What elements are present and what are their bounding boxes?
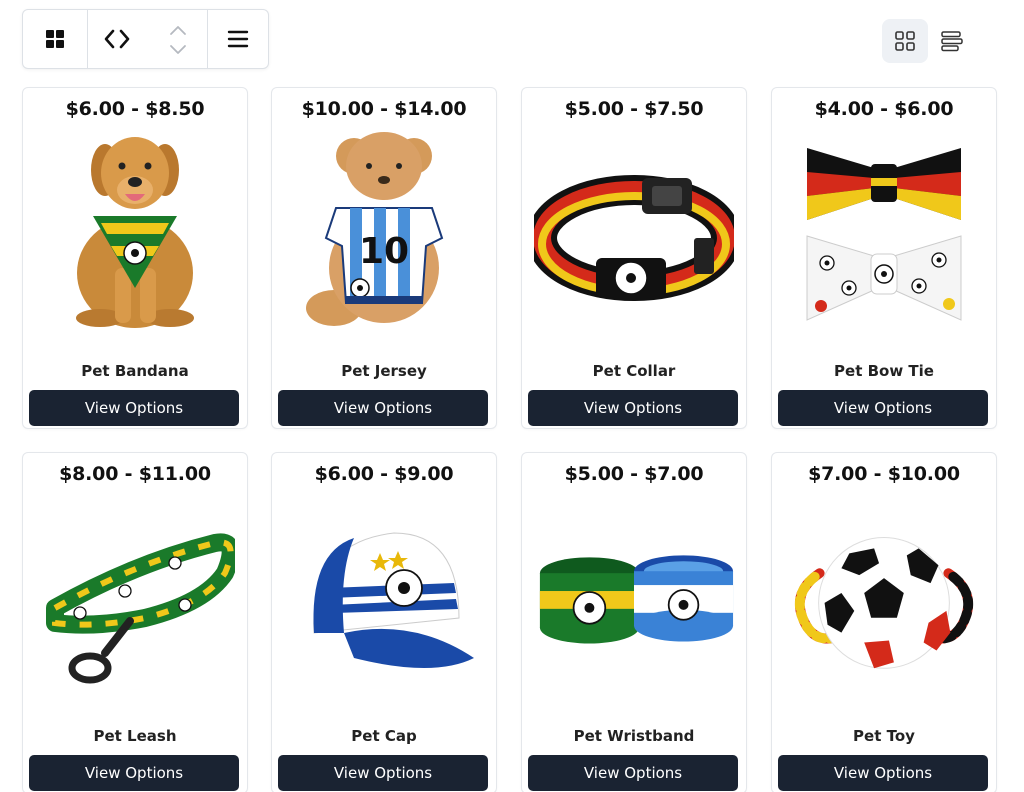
product-name: Pet Jersey xyxy=(341,362,427,380)
product-price: $8.00 - $11.00 xyxy=(59,463,211,485)
view-options-button[interactable]: View Options xyxy=(29,390,239,426)
product-image[interactable] xyxy=(780,493,988,693)
product-card: $10.00 - $14.00 10 Pet Jersey View Optio… xyxy=(271,87,497,429)
editor-toolbar xyxy=(22,9,269,69)
product-name: Pet Toy xyxy=(853,727,915,745)
more-options-button[interactable] xyxy=(208,10,268,68)
product-name: Pet Leash xyxy=(93,727,177,745)
product-name: Pet Bow Tie xyxy=(834,362,934,380)
wristbands-image xyxy=(539,555,734,644)
code-icon[interactable] xyxy=(104,28,130,50)
grid-icon xyxy=(46,30,64,48)
product-name: Pet Collar xyxy=(592,362,676,380)
view-options-button[interactable]: View Options xyxy=(278,390,488,426)
block-type-button[interactable] xyxy=(23,10,88,68)
product-card: $7.00 - $10.00 Pet Toy View Options xyxy=(771,452,997,792)
svg-text:10: 10 xyxy=(359,231,409,272)
list-view-toggle[interactable] xyxy=(929,19,975,63)
product-image[interactable] xyxy=(31,493,239,693)
product-price: $5.00 - $7.00 xyxy=(564,463,704,485)
product-card: $8.00 - $11.00 Pet Leash View Options xyxy=(22,452,248,792)
view-options-button[interactable]: View Options xyxy=(778,390,988,426)
product-price: $10.00 - $14.00 xyxy=(301,98,467,120)
product-image[interactable] xyxy=(31,128,239,328)
product-image[interactable] xyxy=(530,128,738,328)
product-price: $6.00 - $9.00 xyxy=(314,463,454,485)
product-card: $6.00 - $9.00 Pet Cap View Options xyxy=(271,452,497,792)
view-options-button[interactable]: View Options xyxy=(778,755,988,791)
cap-image xyxy=(313,532,474,668)
collar-image xyxy=(534,175,734,301)
product-name: Pet Bandana xyxy=(81,362,189,380)
product-price: $7.00 - $10.00 xyxy=(808,463,960,485)
code-move-group xyxy=(88,10,208,68)
view-options-button[interactable]: View Options xyxy=(29,755,239,791)
menu-icon xyxy=(227,30,249,48)
view-options-button[interactable]: View Options xyxy=(278,755,488,791)
product-image[interactable]: 10 xyxy=(280,128,488,328)
grid-view-toggle[interactable] xyxy=(882,19,928,63)
product-card: $4.00 - $6.00 Pet Bow Tie View Options xyxy=(771,87,997,429)
product-card: $6.00 - $8.50 Pet Bandana View Options xyxy=(22,87,248,429)
list-view-icon xyxy=(941,31,963,52)
product-name: Pet Cap xyxy=(351,727,417,745)
view-options-button[interactable]: View Options xyxy=(528,755,738,791)
product-image[interactable] xyxy=(780,128,988,328)
view-options-button[interactable]: View Options xyxy=(528,390,738,426)
product-image[interactable] xyxy=(280,493,488,693)
bow-ties-image xyxy=(806,148,962,321)
product-image[interactable] xyxy=(530,493,738,693)
product-card: $5.00 - $7.50 Pet Collar View Options xyxy=(521,87,747,429)
grid-view-icon xyxy=(895,31,915,51)
product-price: $4.00 - $6.00 xyxy=(814,98,954,120)
leash-image xyxy=(46,533,235,684)
product-grid-page: $6.00 - $8.50 Pet Bandana View Options $… xyxy=(0,0,1024,792)
dog-bandana-image xyxy=(76,137,194,328)
product-name: Pet Wristband xyxy=(573,727,695,745)
dog-jersey-image: 10 xyxy=(306,132,444,326)
product-price: $5.00 - $7.50 xyxy=(564,98,704,120)
product-price: $6.00 - $8.50 xyxy=(65,98,205,120)
product-card: $5.00 - $7.00 Pet Wristband View Options xyxy=(521,452,747,792)
ball-toy-image xyxy=(794,537,974,669)
sort-updown-icon[interactable] xyxy=(168,24,188,56)
